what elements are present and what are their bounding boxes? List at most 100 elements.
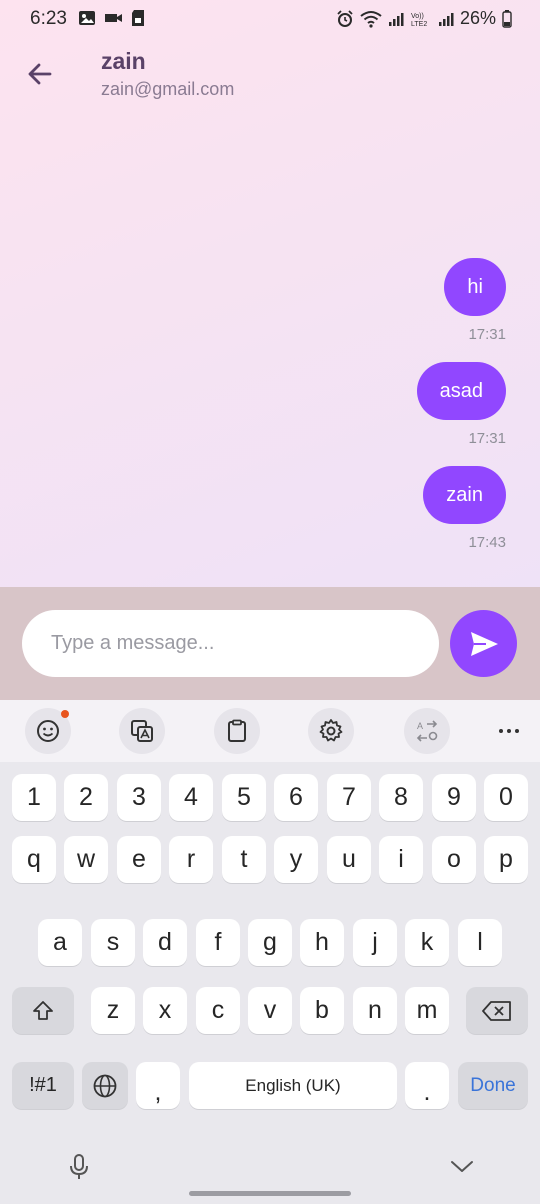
key-s[interactable]: s bbox=[91, 919, 135, 966]
message-time: 17:31 bbox=[468, 326, 506, 343]
key-1[interactable]: 1 bbox=[12, 774, 56, 821]
arrow-left-icon bbox=[28, 63, 52, 85]
key-z[interactable]: z bbox=[91, 987, 135, 1034]
message-time: 17:31 bbox=[468, 430, 506, 447]
emoji-icon bbox=[37, 720, 59, 742]
key-w[interactable]: w bbox=[64, 836, 108, 883]
media-icon bbox=[105, 14, 122, 22]
key-g[interactable]: g bbox=[248, 919, 292, 966]
space-bar[interactable]: English (UK) bbox=[189, 1062, 397, 1109]
key-f[interactable]: f bbox=[196, 919, 240, 966]
key-a[interactable]: a bbox=[38, 919, 82, 966]
wifi-icon bbox=[360, 10, 382, 28]
key-o[interactable]: o bbox=[432, 836, 476, 883]
comma-key[interactable]: , bbox=[136, 1062, 180, 1109]
svg-text:LTE2: LTE2 bbox=[411, 21, 427, 28]
key-q[interactable]: q bbox=[12, 836, 56, 883]
key-y[interactable]: y bbox=[274, 836, 318, 883]
message-input[interactable]: Type a message... bbox=[22, 610, 439, 677]
clipboard-button[interactable] bbox=[214, 708, 260, 754]
done-key[interactable]: Done bbox=[458, 1062, 528, 1109]
more-icon bbox=[499, 729, 519, 733]
message-bubble[interactable]: hi bbox=[444, 258, 506, 316]
back-button[interactable] bbox=[22, 56, 58, 92]
key-d[interactable]: d bbox=[143, 919, 187, 966]
globe-icon bbox=[93, 1074, 117, 1097]
status-right-icons: Vo)) LTE2 26% bbox=[336, 8, 512, 29]
send-button[interactable] bbox=[450, 610, 517, 677]
shift-icon bbox=[33, 1000, 53, 1020]
message-item: asad 17:31 bbox=[416, 362, 506, 447]
signal-icon bbox=[388, 12, 404, 26]
key-9[interactable]: 9 bbox=[432, 774, 476, 821]
svg-text:Vo)): Vo)) bbox=[411, 13, 424, 20]
message-bubble[interactable]: zain bbox=[423, 466, 506, 524]
microphone-icon bbox=[70, 1154, 88, 1179]
key-t[interactable]: t bbox=[222, 836, 266, 883]
key-e[interactable]: e bbox=[117, 836, 161, 883]
key-5[interactable]: 5 bbox=[222, 774, 266, 821]
key-0[interactable]: 0 bbox=[484, 774, 528, 821]
language-key[interactable] bbox=[82, 1062, 128, 1109]
message-item: zain 17:43 bbox=[423, 466, 506, 551]
navigation-handle[interactable] bbox=[189, 1191, 351, 1196]
key-v[interactable]: v bbox=[248, 987, 292, 1034]
key-c[interactable]: c bbox=[196, 987, 240, 1034]
chevron-down-icon bbox=[451, 1161, 473, 1172]
alarm-icon bbox=[337, 9, 353, 27]
key-7[interactable]: 7 bbox=[327, 774, 371, 821]
keyboard-toolbar: A bbox=[0, 700, 540, 762]
translate-button[interactable] bbox=[119, 708, 165, 754]
keyboard: 1 2 3 4 5 6 7 8 9 0 q w e r t y u i o p … bbox=[0, 762, 540, 1204]
key-3[interactable]: 3 bbox=[117, 774, 161, 821]
key-r[interactable]: r bbox=[169, 836, 213, 883]
key-h[interactable]: h bbox=[300, 919, 344, 966]
translate-icon bbox=[131, 720, 153, 742]
key-n[interactable]: n bbox=[353, 987, 397, 1034]
clipboard-icon bbox=[228, 719, 246, 742]
backspace-icon bbox=[482, 1000, 511, 1021]
key-m[interactable]: m bbox=[405, 987, 449, 1034]
message-bubble[interactable]: asad bbox=[416, 362, 506, 420]
symbols-key[interactable]: !#1 bbox=[12, 1062, 74, 1109]
key-b[interactable]: b bbox=[300, 987, 344, 1034]
shift-key[interactable] bbox=[12, 987, 74, 1034]
status-time: 6:23 bbox=[30, 8, 67, 29]
key-4[interactable]: 4 bbox=[169, 774, 213, 821]
hide-keyboard-button[interactable] bbox=[448, 1156, 476, 1176]
message-time: 17:43 bbox=[468, 534, 506, 551]
key-i[interactable]: i bbox=[379, 836, 423, 883]
message-composer: Type a message... bbox=[0, 587, 540, 700]
chat-title: zain bbox=[101, 48, 146, 74]
key-2[interactable]: 2 bbox=[64, 774, 108, 821]
volte-icon: Vo))LTE2 bbox=[411, 13, 427, 28]
key-j[interactable]: j bbox=[353, 919, 397, 966]
key-u[interactable]: u bbox=[327, 836, 371, 883]
text-convert-icon: A bbox=[416, 720, 438, 742]
signal-2-icon bbox=[438, 12, 454, 26]
battery-text: 26% bbox=[459, 8, 496, 28]
status-left-icons bbox=[78, 9, 146, 27]
message-item: hi 17:31 bbox=[444, 258, 506, 343]
more-button[interactable] bbox=[486, 708, 532, 754]
key-x[interactable]: x bbox=[143, 987, 187, 1034]
voice-input-button[interactable] bbox=[64, 1152, 94, 1182]
key-6[interactable]: 6 bbox=[274, 774, 318, 821]
backspace-key[interactable] bbox=[466, 987, 528, 1034]
app-bar: zain zain@gmail.com bbox=[0, 40, 540, 110]
key-8[interactable]: 8 bbox=[379, 774, 423, 821]
gear-icon bbox=[319, 719, 343, 742]
key-k[interactable]: k bbox=[405, 919, 449, 966]
gallery-icon bbox=[79, 11, 95, 25]
period-key[interactable]: . bbox=[405, 1062, 449, 1109]
key-p[interactable]: p bbox=[484, 836, 528, 883]
chat-subtitle: zain@gmail.com bbox=[101, 79, 235, 99]
settings-button[interactable] bbox=[308, 708, 354, 754]
key-l[interactable]: l bbox=[458, 919, 502, 966]
sim-icon bbox=[132, 10, 144, 26]
notification-dot bbox=[61, 710, 69, 718]
svg-text:A: A bbox=[417, 721, 423, 731]
send-icon bbox=[470, 631, 498, 656]
text-convert-button[interactable]: A bbox=[404, 708, 450, 754]
battery-icon bbox=[502, 9, 512, 28]
